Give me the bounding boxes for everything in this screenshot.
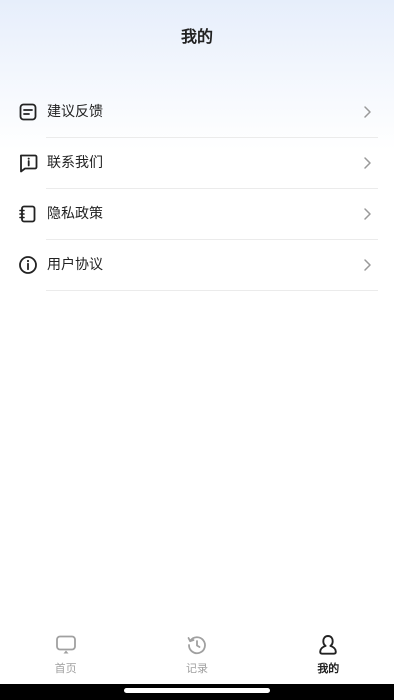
menu-item-user-agreement[interactable]: 用户协议 <box>0 240 394 291</box>
chevron-right-icon <box>364 157 371 169</box>
tab-label: 我的 <box>317 662 340 675</box>
contact-chat-info-icon <box>19 154 38 173</box>
chevron-right-icon <box>364 208 371 220</box>
tv-screen-icon <box>55 635 76 654</box>
menu-item-contact[interactable]: 联系我们 <box>0 138 394 189</box>
menu-item-label: 建议反馈 <box>47 104 103 120</box>
info-circle-icon <box>19 256 37 274</box>
settings-menu: 建议反馈 联系我们 隐私政策 用户协议 <box>0 87 394 291</box>
tab-label: 首页 <box>54 662 77 675</box>
privacy-notebook-icon <box>19 205 36 223</box>
feedback-note-icon <box>19 103 37 121</box>
person-icon <box>319 635 338 655</box>
page-title: 我的 <box>180 27 213 46</box>
home-indicator[interactable] <box>124 688 270 693</box>
divider <box>46 290 378 291</box>
chevron-right-icon <box>364 106 371 118</box>
bottom-tab-bar: 首页 记录 我的 <box>0 624 394 684</box>
menu-item-privacy[interactable]: 隐私政策 <box>0 189 394 240</box>
history-clock-icon <box>187 636 206 655</box>
menu-item-label: 隐私政策 <box>47 206 103 222</box>
tab-records[interactable]: 记录 <box>131 624 262 684</box>
menu-item-label: 联系我们 <box>47 155 103 171</box>
tab-mine[interactable]: 我的 <box>263 624 394 684</box>
chevron-right-icon <box>364 259 371 271</box>
tab-home[interactable]: 首页 <box>0 624 131 684</box>
menu-item-label: 用户协议 <box>47 257 103 273</box>
menu-item-feedback[interactable]: 建议反馈 <box>0 87 394 138</box>
tab-label: 记录 <box>185 662 208 675</box>
